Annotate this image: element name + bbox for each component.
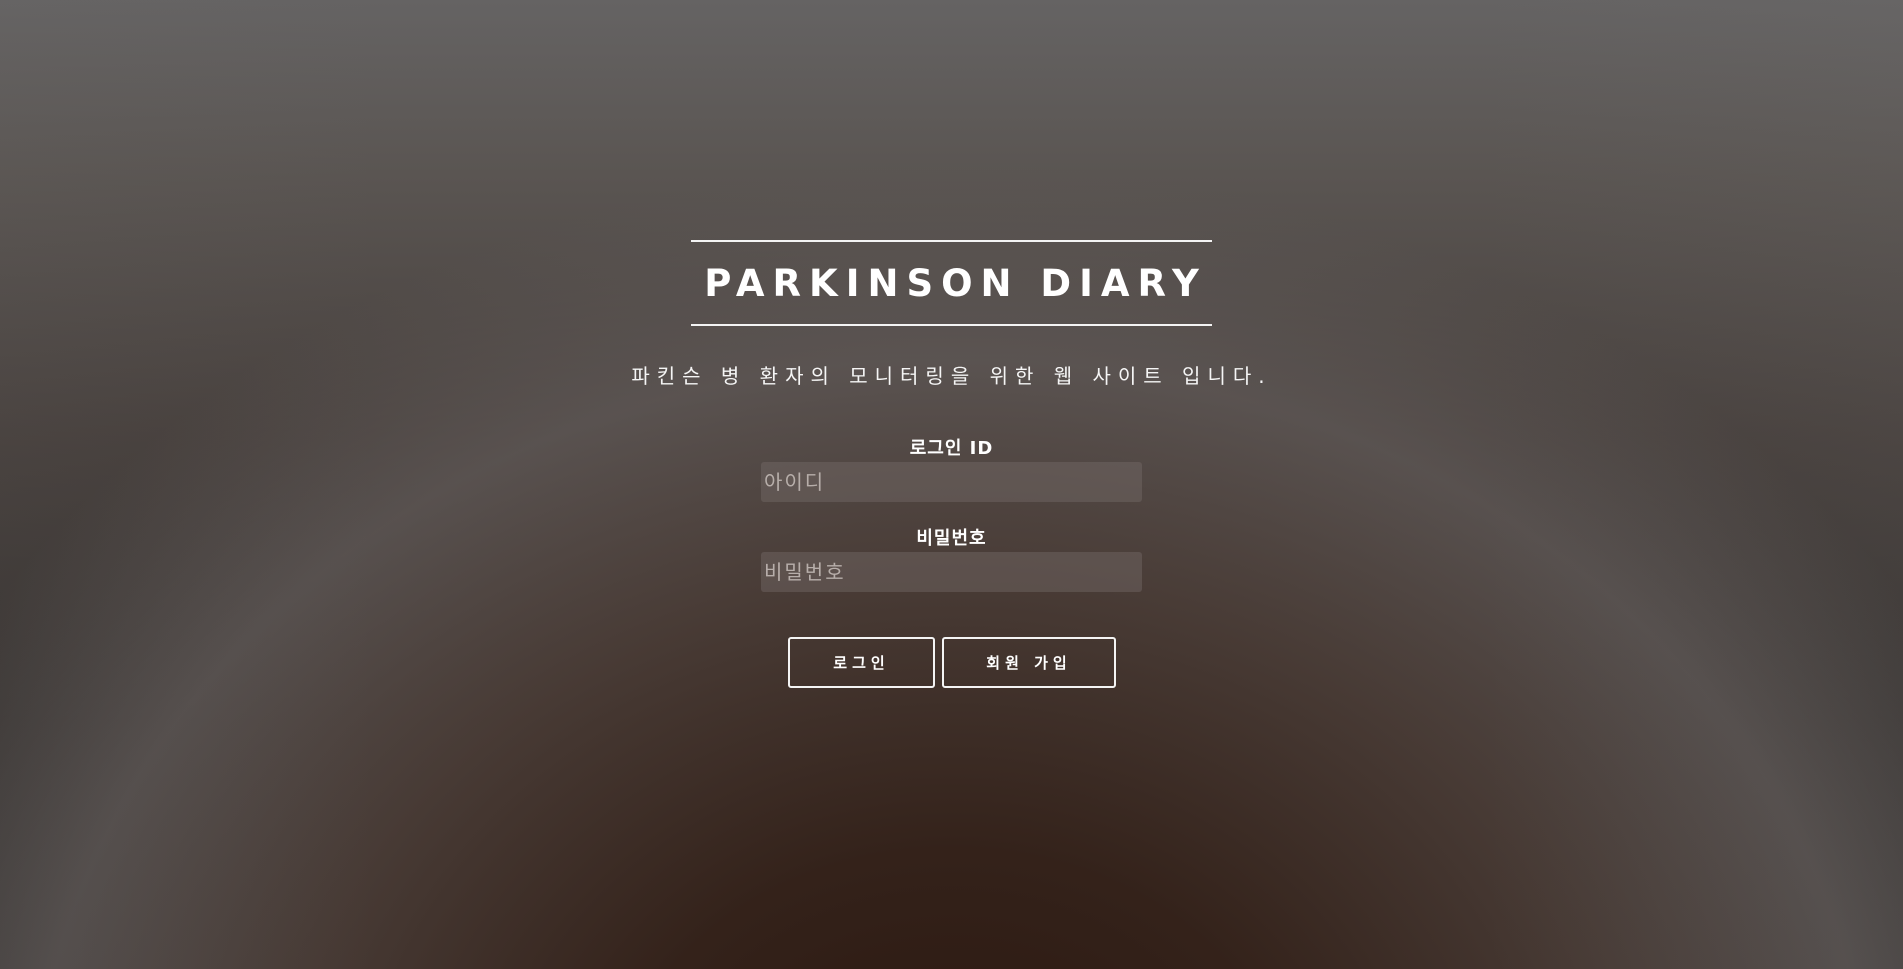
login-form: 로그인 ID 비밀번호 [761,436,1142,592]
form-buttons: 로그인 회원 가입 [788,637,1116,688]
password-label: 비밀번호 [916,528,987,549]
field-spacer [761,502,1142,526]
login-button[interactable]: 로그인 [788,637,935,688]
site-title: PARKINSON DIARY [704,261,1207,305]
site-header: PARKINSON DIARY [691,240,1212,326]
login-id-input[interactable] [761,462,1142,502]
login-id-label: 로그인 ID [909,438,994,459]
password-input[interactable] [761,552,1142,592]
site-subtitle: 파킨슨 병 환자의 모니터링을 위한 웹 사이트 입니다. [631,364,1272,388]
signup-button[interactable]: 회원 가입 [942,637,1116,688]
